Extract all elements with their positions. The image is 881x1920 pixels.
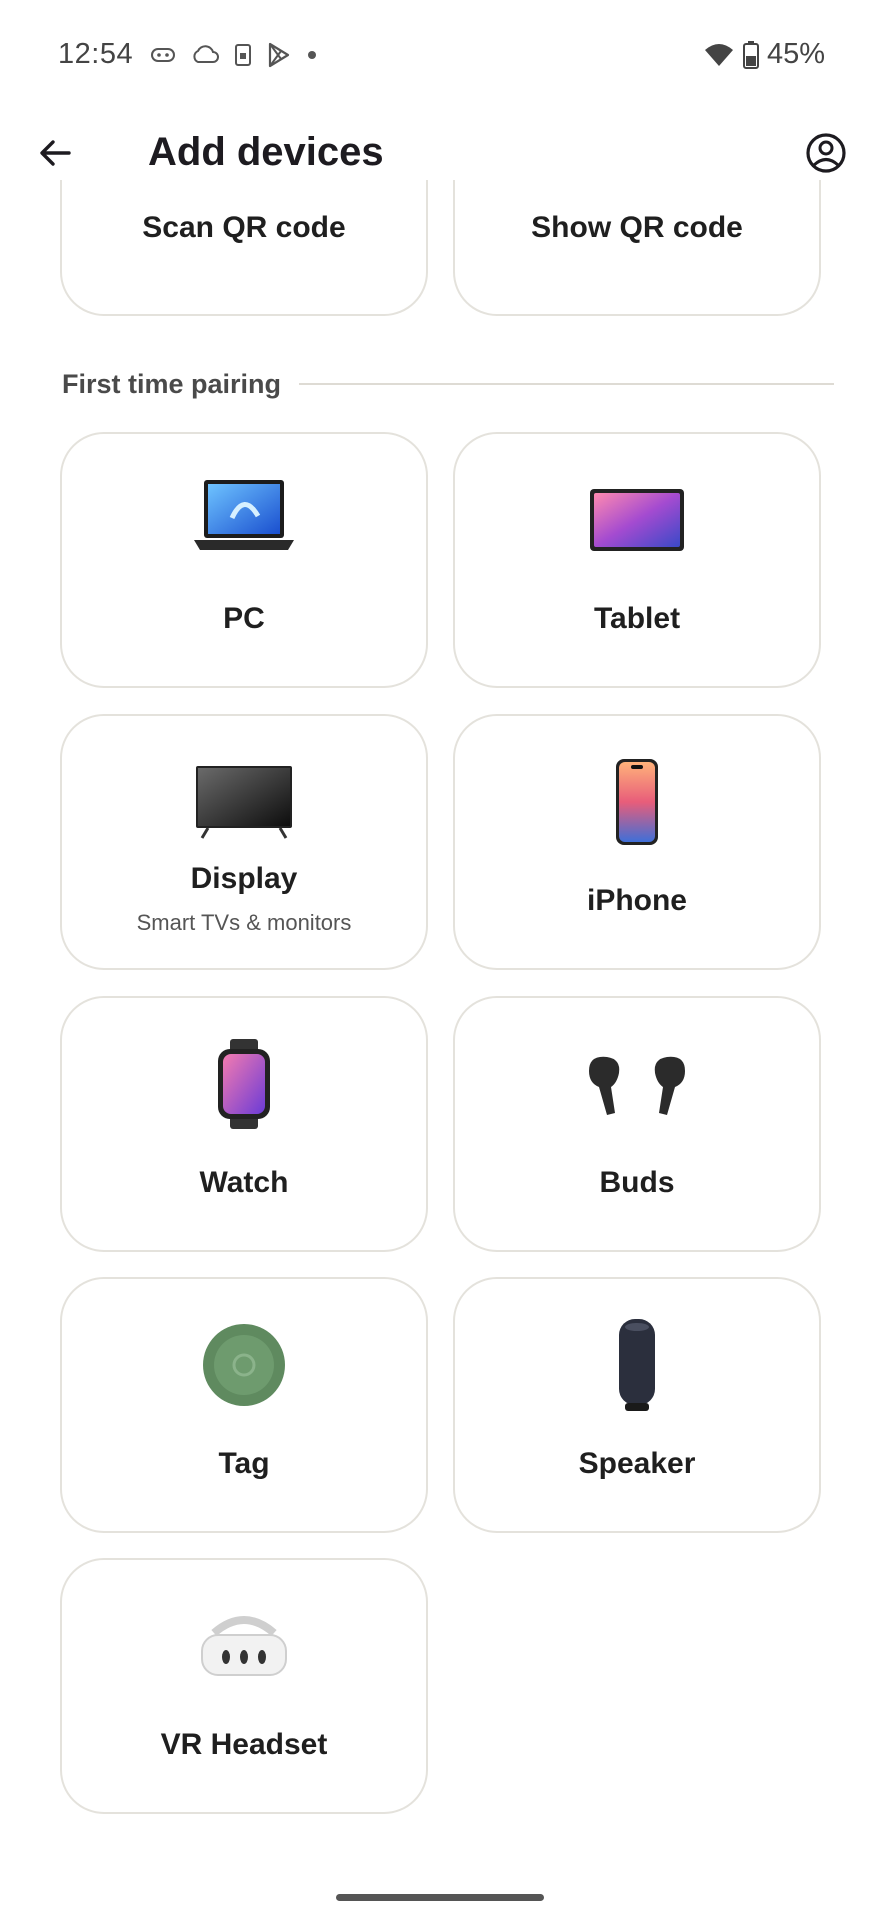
scan-qr-code-card[interactable]: Scan QR code: [60, 180, 428, 316]
device-label: Tablet: [593, 602, 681, 635]
earbuds-icon: [455, 1034, 819, 1134]
account-button[interactable]: [801, 128, 851, 178]
status-notification-icons: [150, 42, 318, 68]
device-card-display[interactable]: Display Smart TVs & monitors: [60, 714, 428, 970]
status-right: 45%: [703, 38, 825, 71]
speaker-icon: [455, 1315, 819, 1415]
battery-icon: [742, 40, 759, 69]
device-label: Watch: [199, 1166, 289, 1199]
device-label: Tag: [218, 1447, 270, 1480]
device-card-tag[interactable]: Tag: [60, 1277, 428, 1533]
device-label: Speaker: [578, 1447, 696, 1480]
device-card-tablet[interactable]: Tablet: [453, 432, 821, 688]
phone-icon: [455, 752, 819, 852]
back-button[interactable]: [30, 128, 80, 178]
battery-percent: 45%: [766, 38, 825, 70]
dot-icon: [308, 51, 316, 59]
gesture-navigation-bar[interactable]: [336, 1894, 544, 1901]
device-card-iphone[interactable]: iPhone: [453, 714, 821, 970]
first-time-pairing-header: First time pairing: [62, 366, 834, 402]
device-label: PC: [223, 602, 265, 635]
account-circle-icon: [806, 133, 846, 173]
tag-icon: [62, 1315, 426, 1415]
sim-icon: [235, 44, 251, 66]
play-store-icon: [268, 42, 290, 68]
device-card-buds[interactable]: Buds: [453, 996, 821, 1252]
device-card-pc[interactable]: PC: [60, 432, 428, 688]
vr-headset-icon: [62, 1596, 426, 1696]
device-card-watch[interactable]: Watch: [60, 996, 428, 1252]
gamepad-icon: [151, 48, 175, 62]
show-qr-code-card[interactable]: Show QR code: [453, 180, 821, 316]
device-card-speaker[interactable]: Speaker: [453, 1277, 821, 1533]
tv-icon: [62, 752, 426, 852]
scan-qr-code-label: Scan QR code: [142, 211, 346, 244]
wifi-icon: [704, 43, 733, 66]
arrow-back-icon: [40, 140, 71, 166]
tablet-icon: [455, 470, 819, 570]
laptop-icon: [62, 470, 426, 570]
status-time: 12:54: [58, 38, 134, 70]
device-card-vr-headset[interactable]: VR Headset: [60, 1558, 428, 1814]
status-bar: 12:54 45%: [0, 0, 881, 112]
show-qr-code-label: Show QR code: [531, 211, 743, 244]
device-label: VR Headset: [160, 1728, 328, 1761]
page-title: Add devices: [148, 130, 384, 174]
device-label: Display: [190, 862, 298, 895]
device-label: iPhone: [586, 884, 687, 917]
section-divider: [299, 383, 834, 385]
cloud-icon: [193, 45, 219, 63]
device-label: Buds: [599, 1166, 675, 1199]
watch-icon: [62, 1034, 426, 1134]
device-sublabel: Smart TVs & monitors: [136, 910, 352, 935]
section-title: First time pairing: [62, 368, 282, 399]
